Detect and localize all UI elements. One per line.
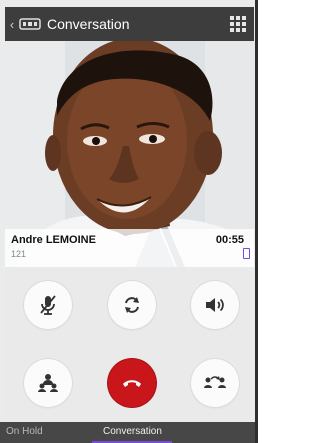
- page-title: Conversation: [47, 16, 130, 32]
- bottom-tabs: On Hold Conversation: [0, 422, 258, 443]
- switch-camera-button[interactable]: [108, 281, 156, 329]
- hangup-button[interactable]: [108, 359, 156, 407]
- transfer-icon: [204, 376, 226, 388]
- phone-device-icon: [243, 248, 250, 259]
- chevron-left-icon[interactable]: ‹: [5, 7, 19, 41]
- device-bezel: [255, 0, 258, 443]
- call-controls: [5, 267, 254, 416]
- call-duration: 00:55: [215, 234, 244, 246]
- conference-button[interactable]: [24, 359, 72, 407]
- transfer-button[interactable]: [191, 359, 239, 407]
- mute-button[interactable]: [24, 281, 72, 329]
- caller-info-bar: Andre LEMOINE 121 00:55: [5, 229, 254, 267]
- top-bar: ‹ Conversation: [5, 7, 254, 41]
- speaker-button[interactable]: [191, 281, 239, 329]
- caller-name: Andre LEMOINE: [11, 234, 96, 246]
- conference-icon: [38, 374, 58, 392]
- linphone-icon: [19, 18, 41, 30]
- caller-number: 121: [11, 249, 27, 259]
- microphone-off-icon: [40, 295, 56, 315]
- switch-camera-icon: [125, 297, 139, 313]
- tab-on-hold[interactable]: On Hold: [6, 426, 43, 437]
- dialpad-grid-icon[interactable]: [230, 16, 246, 32]
- tab-conversation[interactable]: Conversation: [103, 426, 162, 437]
- phone-screen: ‹ Conversation Andre LEMOINE 121 00:55 O…: [0, 0, 258, 443]
- hangup-icon: [123, 380, 141, 387]
- speaker-icon: [206, 298, 224, 312]
